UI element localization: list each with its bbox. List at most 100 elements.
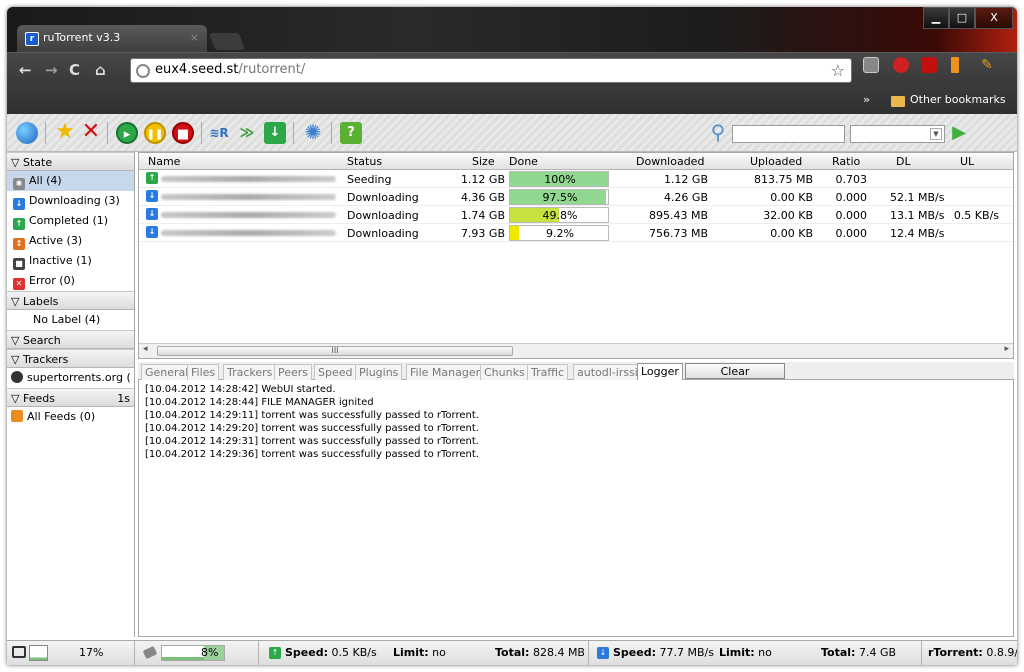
back-arrow-icon[interactable]: ←	[19, 61, 32, 79]
search-header-label: Search	[22, 334, 61, 347]
list-scrollbar[interactable]: ◂ III ▸	[139, 343, 1013, 358]
table-row[interactable]: ↓ Downloading 1.74 GB 895.43 MB 32.00 KB 0.00…	[139, 206, 1013, 224]
cell-dl: 52.1 MB/s	[890, 191, 945, 204]
tab-chunks[interactable]: Chunks	[480, 364, 529, 380]
tab-files[interactable]: Files	[187, 364, 220, 380]
rutorrent-favicon-icon: r	[25, 32, 39, 46]
tab-close-icon[interactable]: ×	[190, 31, 199, 44]
col-uploaded[interactable]: Uploaded	[750, 155, 802, 168]
torrent-name-redacted	[161, 212, 336, 218]
download-limit[interactable]: no	[758, 646, 772, 659]
download-icon[interactable]: ↓	[264, 122, 286, 144]
search-engine-select[interactable]: ▼	[850, 125, 945, 143]
extension-bar-icon[interactable]	[951, 57, 959, 73]
sidebar-item-state[interactable]: ↕ Active (3)	[7, 231, 134, 251]
settings-gear-icon[interactable]: ✺	[302, 122, 324, 144]
col-size[interactable]: Size	[472, 155, 495, 168]
state-icon: ↑	[13, 218, 25, 230]
col-dl[interactable]: DL	[896, 155, 911, 168]
cell-ratio: 0.000	[835, 209, 868, 222]
rss-icon	[11, 410, 23, 422]
home-icon[interactable]: ⌂	[95, 61, 106, 79]
clear-log-button[interactable]: Clear	[685, 363, 785, 379]
stop-icon[interactable]: ■	[172, 122, 194, 144]
cell-downloaded: 1.12 GB	[663, 173, 708, 186]
tab-peers[interactable]: Peers	[274, 364, 313, 380]
address-bar[interactable]: eux4.seed.st/rutorrent/ ☆	[130, 58, 852, 83]
remove-torrent-icon[interactable]: ✕	[80, 121, 102, 144]
add-torrent-globe-icon[interactable]	[16, 122, 38, 144]
forward-arrow-icon[interactable]: →	[45, 61, 58, 79]
tab-file-manager[interactable]: File Manager	[406, 364, 485, 380]
table-row[interactable]: ↓ Downloading 7.93 GB 756.73 MB 0.00 KB 0.000…	[139, 224, 1013, 242]
sidebar-item-no-label[interactable]: No Label (4)	[7, 310, 134, 330]
sidebar-item-state[interactable]: ✕ Error (0)	[7, 271, 134, 291]
bookmark-star-icon[interactable]: ☆	[831, 61, 845, 80]
col-name[interactable]: Name	[148, 155, 180, 168]
cell-status: Downloading	[347, 227, 419, 240]
col-ratio[interactable]: Ratio	[832, 155, 860, 168]
upload-limit[interactable]: no	[432, 646, 446, 659]
start-icon[interactable]: ▸	[116, 122, 138, 144]
tab-speed[interactable]: Speed	[314, 364, 357, 380]
cell-ratio: 0.703	[835, 173, 868, 186]
tab-autodl-irssi[interactable]: autodl-irssi	[573, 364, 642, 380]
cpu-meter	[29, 645, 48, 661]
scroll-left-icon[interactable]: ◂	[143, 344, 148, 354]
rss-manager-icon[interactable]: ≋R	[208, 122, 230, 144]
tab-plugins[interactable]: Plugins	[355, 364, 403, 380]
state-header[interactable]: ▽ State	[7, 152, 134, 171]
extension-asterisk-icon[interactable]	[921, 57, 937, 73]
other-bookmarks-link[interactable]: Other bookmarks	[910, 93, 1006, 106]
sidebar-item-all-feeds[interactable]: All Feeds (0)	[7, 407, 134, 427]
toolbar-separator	[45, 122, 46, 144]
tab-traffic[interactable]: Traffic	[527, 364, 569, 380]
trackers-header[interactable]: ▽ Trackers	[7, 349, 134, 368]
sidebar-item-tracker[interactable]: supertorrents.org (	[7, 368, 134, 388]
extension-power-icon[interactable]	[893, 57, 909, 73]
maximize-button[interactable]: □	[949, 7, 975, 29]
table-body: ↑ Seeding 1.12 GB 1.12 GB 813.75 MB 0.703 100%…	[139, 170, 1013, 242]
state-icon: ✱	[13, 178, 25, 190]
sidebar-item-state[interactable]: ■ Inactive (1)	[7, 251, 134, 271]
folder-icon	[891, 96, 905, 107]
reload-icon[interactable]: C	[69, 61, 80, 79]
table-row[interactable]: ↓ Downloading 4.36 GB 4.26 GB 0.00 KB 0.000 52…	[139, 188, 1013, 206]
col-ul[interactable]: UL	[960, 155, 974, 168]
tab-general[interactable]: General	[141, 364, 193, 380]
labels-header[interactable]: ▽ Labels	[7, 291, 134, 310]
logger-panel: [10.04.2012 14:28:42] WebUI started. [10.…	[138, 380, 1014, 637]
tab-logger[interactable]: Logger	[637, 363, 683, 380]
cell-uploaded: 0.00 KB	[770, 227, 813, 240]
search-magnifier-icon[interactable]: ⚲	[707, 122, 729, 144]
wrench-icon[interactable]: ✎	[981, 57, 997, 73]
create-torrent-star-icon[interactable]: ★	[54, 121, 76, 144]
sidebar-item-state[interactable]: ↑ Completed (1)	[7, 211, 134, 231]
search-header[interactable]: ▽ Search	[7, 330, 134, 349]
extension-cloud-icon[interactable]	[863, 57, 879, 73]
cell-size: 1.12 GB	[460, 173, 505, 186]
rss-feed-icon[interactable]: ≫	[236, 122, 258, 144]
pause-icon[interactable]: ❚❚	[144, 122, 166, 144]
col-status[interactable]: Status	[347, 155, 382, 168]
search-input[interactable]	[732, 125, 845, 143]
close-window-button[interactable]: X	[975, 7, 1013, 29]
table-header: Name Status Size Done Downloaded Uploade…	[139, 153, 1013, 170]
toolbar-separator	[201, 122, 202, 144]
help-icon[interactable]: ?	[340, 122, 362, 144]
col-done[interactable]: Done	[509, 155, 538, 168]
table-row[interactable]: ↑ Seeding 1.12 GB 1.12 GB 813.75 MB 0.703 100%	[139, 170, 1013, 188]
tab-trackers[interactable]: Trackers	[223, 364, 277, 380]
feeds-header[interactable]: ▽ Feeds 1s	[7, 388, 134, 407]
browser-tab[interactable]: r ruTorrent v3.3 ×	[17, 25, 207, 52]
new-tab-button[interactable]	[208, 33, 246, 50]
minimize-button[interactable]: ▁	[923, 7, 949, 29]
scroll-right-icon[interactable]: ▸	[1004, 344, 1009, 354]
upload-total: 828.4 MB	[532, 646, 585, 659]
col-downloaded[interactable]: Downloaded	[636, 155, 704, 168]
list-scroll-thumb[interactable]: III	[157, 346, 513, 356]
bookmarks-chevron-icon[interactable]: »	[863, 93, 870, 106]
search-go-icon[interactable]: ▶	[948, 122, 970, 144]
sidebar-item-state[interactable]: ↓ Downloading (3)	[7, 191, 134, 211]
sidebar-item-state[interactable]: ✱ All (4)	[7, 171, 134, 191]
